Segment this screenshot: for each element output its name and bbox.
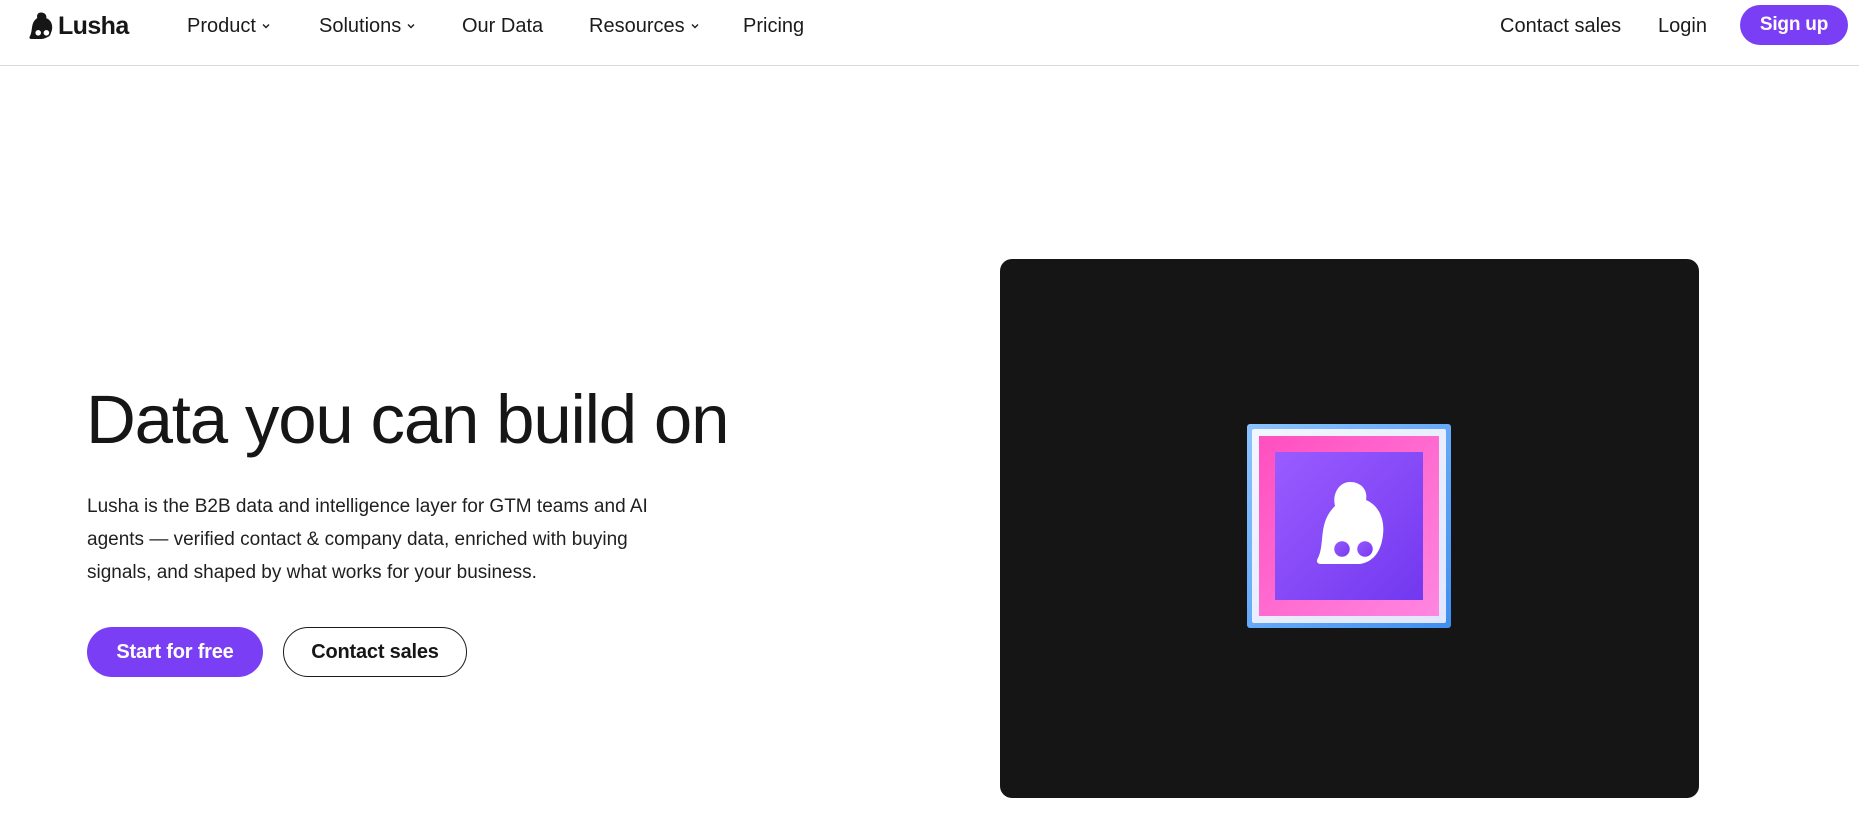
chevron-down-icon — [691, 24, 699, 29]
hero-title: Data you can build on — [86, 381, 729, 458]
header-contact-sales-link[interactable]: Contact sales — [1500, 12, 1621, 40]
chevron-down-icon — [262, 24, 270, 29]
start-for-free-button[interactable]: Start for free — [87, 627, 263, 677]
lusha-app-icon — [1247, 424, 1451, 628]
nav-item-label: Solutions — [319, 14, 402, 37]
nav-item-label: Our Data — [462, 14, 544, 37]
nav-item-label: Pricing — [743, 14, 805, 37]
nav-item-label: Resources — [589, 14, 685, 37]
nav-item-our-data[interactable]: Our Data — [462, 12, 543, 40]
nav-item-pricing[interactable]: Pricing — [743, 12, 804, 40]
logo-wordmark: Lusha — [58, 11, 129, 40]
chevron-down-icon — [407, 24, 415, 29]
signup-button[interactable]: Sign up — [1740, 5, 1848, 45]
nav-item-resources[interactable]: Resources — [589, 12, 700, 40]
hero-description: Lusha is the B2B data and intelligence l… — [87, 496, 648, 583]
nav-item-product[interactable]: Product — [187, 12, 271, 40]
nav-item-label: Product — [187, 14, 256, 37]
lusha-logo-icon — [28, 11, 54, 41]
logo-link[interactable]: Lusha — [28, 10, 129, 42]
site-header: Lusha Product Solutions Our Data Resourc… — [0, 0, 1859, 66]
login-link[interactable]: Login — [1658, 12, 1707, 40]
nav-item-solutions[interactable]: Solutions — [319, 12, 416, 40]
hero-contact-sales-button[interactable]: Contact sales — [283, 627, 467, 677]
